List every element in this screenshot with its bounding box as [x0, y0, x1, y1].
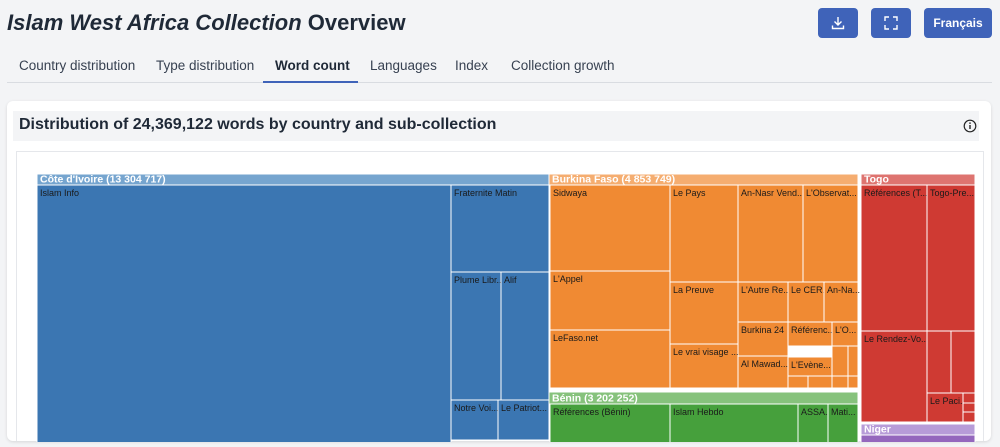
leaf-label-burkina-faso-1: Le Pays [673, 188, 706, 198]
leaf-label-burkina-faso-6: L'Autre Re... [741, 285, 791, 295]
leaf-togo-1[interactable] [926, 184, 976, 332]
chart-card: Distribution of 24,369,122 words by coun… [7, 101, 991, 447]
leaf-label-togo-2: Le Rendez-Vo... [864, 334, 929, 344]
page-header: Islam West Africa Collection Overview Fr… [0, 0, 1000, 92]
fullscreen-button[interactable] [871, 8, 911, 38]
leaf-label-burkina-faso-3: L'Observat... [806, 188, 857, 198]
tab-languages[interactable]: Languages [370, 58, 437, 73]
leaf-burkina-faso-3[interactable] [802, 184, 859, 283]
tab-bar: Country distribution Type distribution W… [7, 55, 992, 83]
leaf-label-togo-3: Le Paci... [930, 396, 968, 406]
treemap-container: Côte d'Ivoire (13 304 717) Islam Info Frat… [16, 151, 984, 447]
leaf-label-burkina-faso-5: La Preuve [673, 285, 714, 295]
page-title: Islam West Africa Collection Overview [7, 10, 406, 36]
language-button[interactable]: Français [924, 8, 992, 38]
leaf-burkina-faso-extra-6[interactable] [847, 375, 859, 389]
leaf-label-cote-d-ivoire-0: Islam Info [40, 188, 79, 198]
leaf-label-burkina-faso-4: L'Appel [553, 274, 583, 284]
leaf-label-cote-d-ivoire-4: Notre Voi... [454, 403, 499, 413]
tab-word-count[interactable]: Word count [275, 58, 350, 73]
tab-index[interactable]: Index [455, 58, 488, 73]
leaf-togo-extra-4[interactable] [962, 402, 976, 413]
leaf-label-burkina-faso-11: Référenc... [791, 325, 835, 335]
leaf-label-burkina-faso-15: L'Evène... [791, 360, 831, 370]
leaf-togo-2[interactable] [860, 330, 928, 423]
leaf-label-burkina-faso-0: Sidwaya [553, 188, 587, 198]
leaf-cote-d-ivoire-3[interactable] [500, 271, 550, 401]
info-icon[interactable] [963, 119, 977, 133]
leaf-label-cote-d-ivoire-3: Alif [504, 275, 517, 285]
leaf-label-burkina-faso-9: LeFaso.net [553, 333, 599, 343]
leaf-togo-extra-3[interactable] [962, 392, 976, 404]
leaf-label-benin-1: Islam Hebdo [673, 407, 724, 417]
leaf-label-togo-1: Togo-Pre... [930, 188, 974, 198]
leaf-burkina-faso-extra-1[interactable] [831, 345, 849, 377]
leaf-togo-extra-5[interactable] [962, 411, 976, 423]
page-title-rest: Overview [307, 10, 406, 35]
leaf-label-cote-d-ivoire-2: Plume Libr... [454, 275, 504, 285]
leaf-togo-0[interactable] [860, 184, 928, 332]
leaf-togo-extra-2[interactable] [950, 330, 976, 394]
leaf-label-cote-d-ivoire-1: Fraternite Matin [454, 188, 517, 198]
card-title: Distribution of 24,369,122 words by coun… [19, 116, 497, 133]
download-button[interactable] [818, 8, 858, 38]
leaf-cote-d-ivoire-1[interactable] [450, 184, 550, 273]
leaf-niger-0[interactable] [860, 434, 976, 446]
leaf-label-burkina-faso-10: Burkina 24 [741, 325, 784, 335]
tab-collection-growth[interactable]: Collection growth [511, 58, 615, 73]
tab-country-distribution[interactable]: Country distribution [19, 58, 135, 73]
group-label-cote-d-ivoire: Côte d'Ivoire (13 304 717) [40, 174, 166, 186]
leaf-burkina-faso-2[interactable] [737, 184, 804, 283]
fullscreen-icon [884, 16, 898, 30]
leaf-label-burkina-faso-8: An-Na... [827, 285, 860, 295]
card-header: Distribution of 24,369,122 words by coun… [13, 111, 979, 141]
tab-type-distribution[interactable]: Type distribution [156, 58, 254, 73]
leaf-burkina-faso-extra-3[interactable] [787, 375, 809, 389]
leaf-cote-d-ivoire-2[interactable] [450, 271, 502, 401]
leaf-label-benin-3: Mati... [831, 407, 856, 417]
leaf-burkina-faso-extra-2[interactable] [847, 345, 859, 377]
leaf-burkina-faso-1[interactable] [669, 184, 739, 283]
group-label-niger: Niger [864, 424, 891, 436]
group-label-togo: Togo [864, 174, 889, 186]
group-label-burkina-faso: Burkina Faso (4 853 749) [552, 174, 675, 186]
leaf-label-cote-d-ivoire-5: Le Patriot... [501, 403, 547, 413]
leaf-cote-d-ivoire-0[interactable] [36, 184, 452, 447]
group-label-benin: Bénin (3 202 252) [552, 393, 638, 405]
leaf-burkina-faso-extra-4[interactable] [807, 375, 833, 389]
leaf-label-burkina-faso-2: An-Nasr Vend... [741, 188, 805, 198]
active-tab-indicator [263, 81, 358, 83]
leaf-label-burkina-faso-13: Le vrai visage ... [673, 347, 739, 357]
leaf-label-benin-0: Références (Bénin) [553, 407, 631, 417]
download-icon [831, 17, 845, 30]
leaf-label-burkina-faso-14: Al Mawad... [741, 359, 788, 369]
page-title-italic: Islam West Africa Collection [7, 10, 302, 35]
leaf-togo-extra-1[interactable] [926, 330, 952, 394]
leaf-label-burkina-faso-12: L'O... [835, 325, 856, 335]
leaf-burkina-faso-extra-5[interactable] [831, 375, 849, 389]
treemap-chart: Côte d'Ivoire (13 304 717) Islam Info Frat… [36, 173, 976, 447]
leaf-label-togo-0: Références (T... [864, 188, 928, 198]
